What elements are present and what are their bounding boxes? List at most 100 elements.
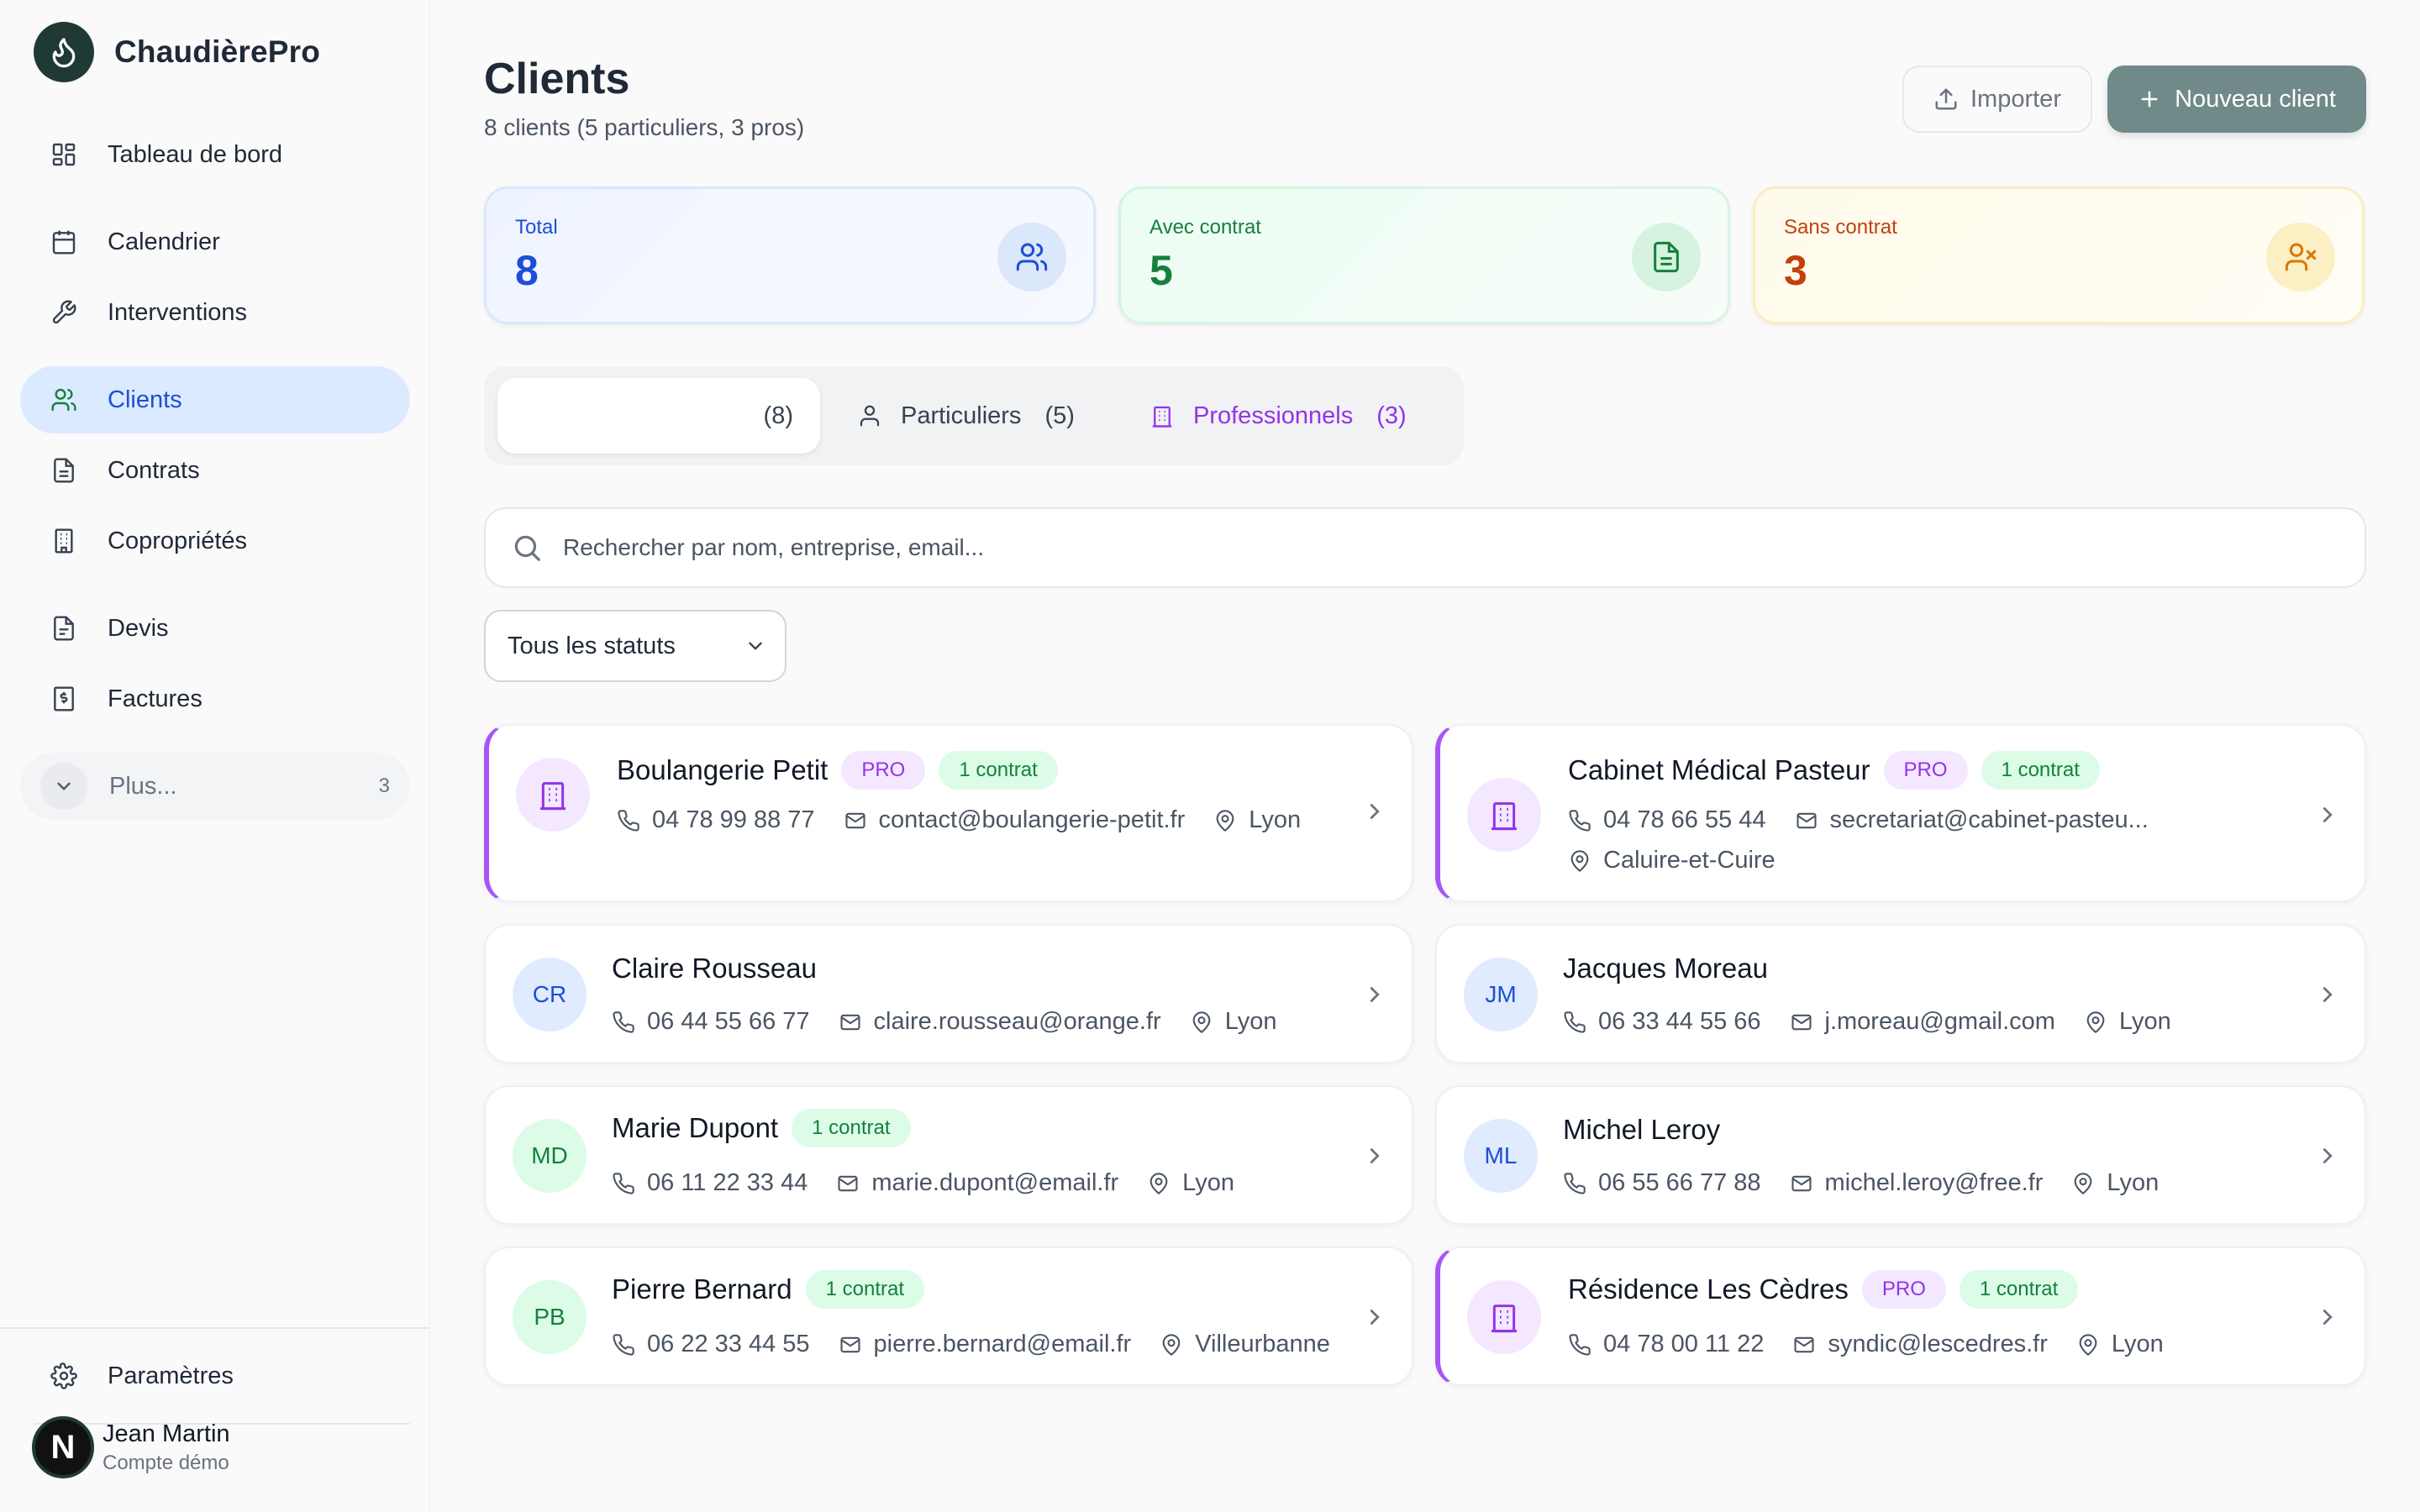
brand[interactable]: ChaudièrePro	[34, 22, 320, 82]
client-name: Cabinet Médical Pasteur	[1568, 754, 1870, 785]
tab-pros[interactable]: Professionnels (3)	[1150, 378, 1407, 454]
client-card[interactable]: Cabinet Médical Pasteur PRO 1 contrat 04…	[1435, 724, 2366, 902]
building-icon	[1152, 406, 1172, 428]
sidebar-item-clients[interactable]: Clients	[20, 366, 410, 433]
user-x-icon	[2266, 223, 2335, 291]
pro-badge: PRO	[841, 751, 926, 790]
sidebar-item-interventions[interactable]: Interventions	[20, 279, 410, 346]
sidebar-item-label: Clients	[108, 386, 182, 413]
phone-icon	[1564, 1011, 1586, 1033]
sidebar-item-label: Copropriétés	[108, 527, 248, 554]
sidebar-item-calendar[interactable]: Calendrier	[20, 208, 410, 276]
user-name: Jean Martin	[103, 1420, 230, 1447]
client-card[interactable]: PB Pierre Bernard 1 contrat 06 22 33 44 …	[484, 1247, 1413, 1386]
client-card[interactable]: MD Marie Dupont 1 contrat 06 11 22 33 44…	[484, 1085, 1413, 1225]
tab-all[interactable]: (8)	[497, 378, 820, 454]
brand-name: ChaudièrePro	[114, 34, 321, 69]
sidebar-item-label: Tableau de bord	[108, 140, 282, 168]
client-city: Lyon	[2118, 1008, 2171, 1035]
chevron-right-icon	[1358, 795, 1392, 828]
client-city: Lyon	[2111, 1331, 2164, 1357]
sidebar-item-label: Contrats	[108, 456, 200, 484]
contract-badge: 1 contrat	[939, 751, 1058, 790]
client-card[interactable]: ML Michel Leroy 06 55 66 77 88 michel.le…	[1435, 1085, 2366, 1225]
avatar: JM	[1464, 958, 1538, 1032]
mail-icon	[839, 1336, 860, 1352]
phone-icon	[613, 1172, 634, 1194]
sidebar-item-label: Calendrier	[108, 228, 220, 255]
client-phone: 04 78 66 55 44	[1603, 806, 1766, 833]
client-name: Boulangerie Petit	[617, 754, 829, 785]
phone-icon	[1569, 809, 1591, 832]
upload-icon	[1935, 87, 1957, 110]
stat-without-contract: Sans contrat 3	[1753, 186, 2365, 324]
building-icon	[1467, 1280, 1541, 1354]
map-pin-icon	[1150, 1172, 1168, 1194]
client-email: secretariat@cabinet-pasteu...	[1829, 806, 2149, 833]
client-phone: 04 78 99 88 77	[652, 806, 815, 833]
client-card[interactable]: Résidence Les Cèdres PRO 1 contrat 04 78…	[1435, 1247, 2366, 1386]
sidebar-item-coproprietes[interactable]: Copropriétés	[20, 507, 410, 575]
invoice-icon	[49, 684, 79, 714]
sidebar-item-factures[interactable]: Factures	[20, 665, 410, 732]
client-email: j.moreau@gmail.com	[1824, 1008, 2055, 1035]
client-email: pierre.bernard@email.fr	[873, 1331, 1132, 1357]
avatar: N	[32, 1416, 94, 1478]
user-account-type: Compte démo	[103, 1451, 229, 1474]
client-name: Claire Rousseau	[612, 953, 817, 984]
building-icon	[49, 526, 79, 556]
wrench-icon	[49, 297, 79, 328]
users-icon	[997, 223, 1066, 291]
document-icon	[49, 455, 79, 486]
client-city: Lyon	[1249, 806, 1302, 833]
sidebar-item-settings[interactable]: Paramètres	[20, 1342, 410, 1410]
status-filter-select[interactable]: Tous les statuts	[484, 610, 786, 682]
mail-icon	[839, 1014, 860, 1030]
page-title: Clients	[484, 55, 630, 103]
mail-icon	[844, 812, 865, 828]
client-card[interactable]: Boulangerie Petit PRO 1 contrat 04 78 99…	[484, 724, 1413, 902]
gear-icon	[49, 1361, 79, 1391]
mail-icon	[1796, 812, 1817, 828]
user-icon	[860, 405, 880, 427]
client-phone: 06 11 22 33 44	[647, 1169, 808, 1196]
sidebar-item-dashboard[interactable]: Tableau de bord	[20, 121, 410, 188]
pro-badge: PRO	[1861, 1270, 1946, 1309]
new-client-button[interactable]: Nouveau client	[2107, 66, 2366, 133]
mail-icon	[838, 1175, 858, 1191]
client-city: Villeurbanne	[1195, 1331, 1330, 1357]
contract-badge: 1 contrat	[792, 1109, 911, 1147]
user-profile[interactable]: N Jean Martin Compte démo	[32, 1416, 230, 1478]
client-phone: 06 22 33 44 55	[647, 1331, 810, 1357]
client-card[interactable]: CR Claire Rousseau 06 44 55 66 77 claire…	[484, 924, 1413, 1063]
sidebar-item-label: Plus...	[109, 772, 177, 800]
sidebar-item-devis[interactable]: Devis	[20, 595, 410, 662]
map-pin-icon	[2079, 1333, 2097, 1356]
users-icon	[49, 385, 79, 415]
sidebar-item-contracts[interactable]: Contrats	[20, 437, 410, 504]
client-city: Caluire-et-Cuire	[1603, 847, 1776, 874]
map-pin-icon	[1570, 849, 1589, 872]
mail-icon	[1791, 1014, 1812, 1030]
sidebar-item-label: Factures	[108, 685, 203, 712]
import-button[interactable]: Importer	[1902, 66, 2092, 133]
phone-icon	[1564, 1172, 1586, 1194]
client-phone: 04 78 00 11 22	[1603, 1331, 1765, 1357]
divider	[0, 1327, 430, 1329]
chevron-right-icon	[1358, 978, 1392, 1011]
chevron-down-icon	[749, 642, 762, 650]
client-email: contact@boulangerie-petit.fr	[878, 806, 1186, 833]
plus-icon	[2141, 91, 2158, 108]
contract-badge: 1 contrat	[1981, 751, 2100, 790]
tab-individuals[interactable]: Particuliers (5)	[857, 378, 1075, 454]
map-pin-icon	[2086, 1011, 2105, 1033]
client-type-tabs: (8) Particuliers (5) Professionnels (3)	[484, 366, 1464, 465]
client-card[interactable]: JM Jacques Moreau 06 33 44 55 66 j.morea…	[1435, 924, 2366, 1063]
client-email: marie.dupont@email.fr	[871, 1169, 1119, 1196]
client-email: michel.leroy@free.fr	[1824, 1169, 2044, 1196]
sidebar-item-more[interactable]: Plus... 3	[20, 753, 410, 820]
mail-icon	[1794, 1336, 1814, 1352]
client-name: Marie Dupont	[612, 1112, 779, 1143]
search-input[interactable]	[563, 534, 2075, 561]
document-icon	[1632, 223, 1701, 291]
